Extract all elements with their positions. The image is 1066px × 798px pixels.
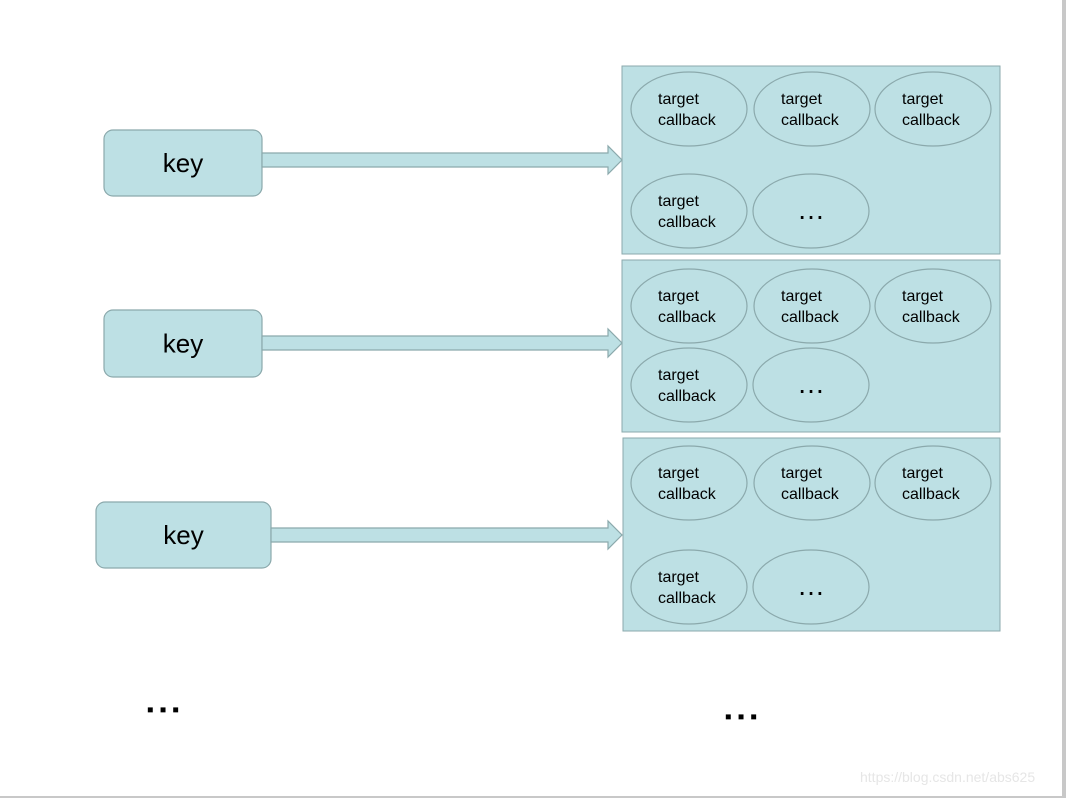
target-callback-node [753,268,871,344]
target-callback-node [630,445,748,521]
watermark: https://blog.csdn.net/abs625 [860,769,1036,785]
diagram: keytarget callbacktarget callbacktarget cal… [95,65,1001,728]
arrow-3 [270,519,623,551]
more-lists-ellipsis: ▪ ▪ ▪ [725,706,757,728]
target-callback-node [630,549,748,625]
key-label: key [163,520,203,550]
arrow-1 [261,144,623,176]
ellipsis-label: … [797,368,825,399]
target-callback-node [753,71,871,147]
arrow-2 [261,327,623,359]
target-callback-node [874,71,992,147]
target-callback-node [630,268,748,344]
target-callback-node [874,268,992,344]
key-label: key [163,329,203,359]
ellipsis-label: … [797,570,825,601]
target-callback-node [874,445,992,521]
target-callback-node [630,347,748,423]
target-callback-node [630,71,748,147]
ellipsis-label: … [797,194,825,225]
target-callback-node [753,445,871,521]
key-label: key [163,148,203,178]
target-callback-node [630,173,748,249]
more-keys-ellipsis: ▪ ▪ ▪ [147,699,179,721]
right-border [1062,0,1066,798]
